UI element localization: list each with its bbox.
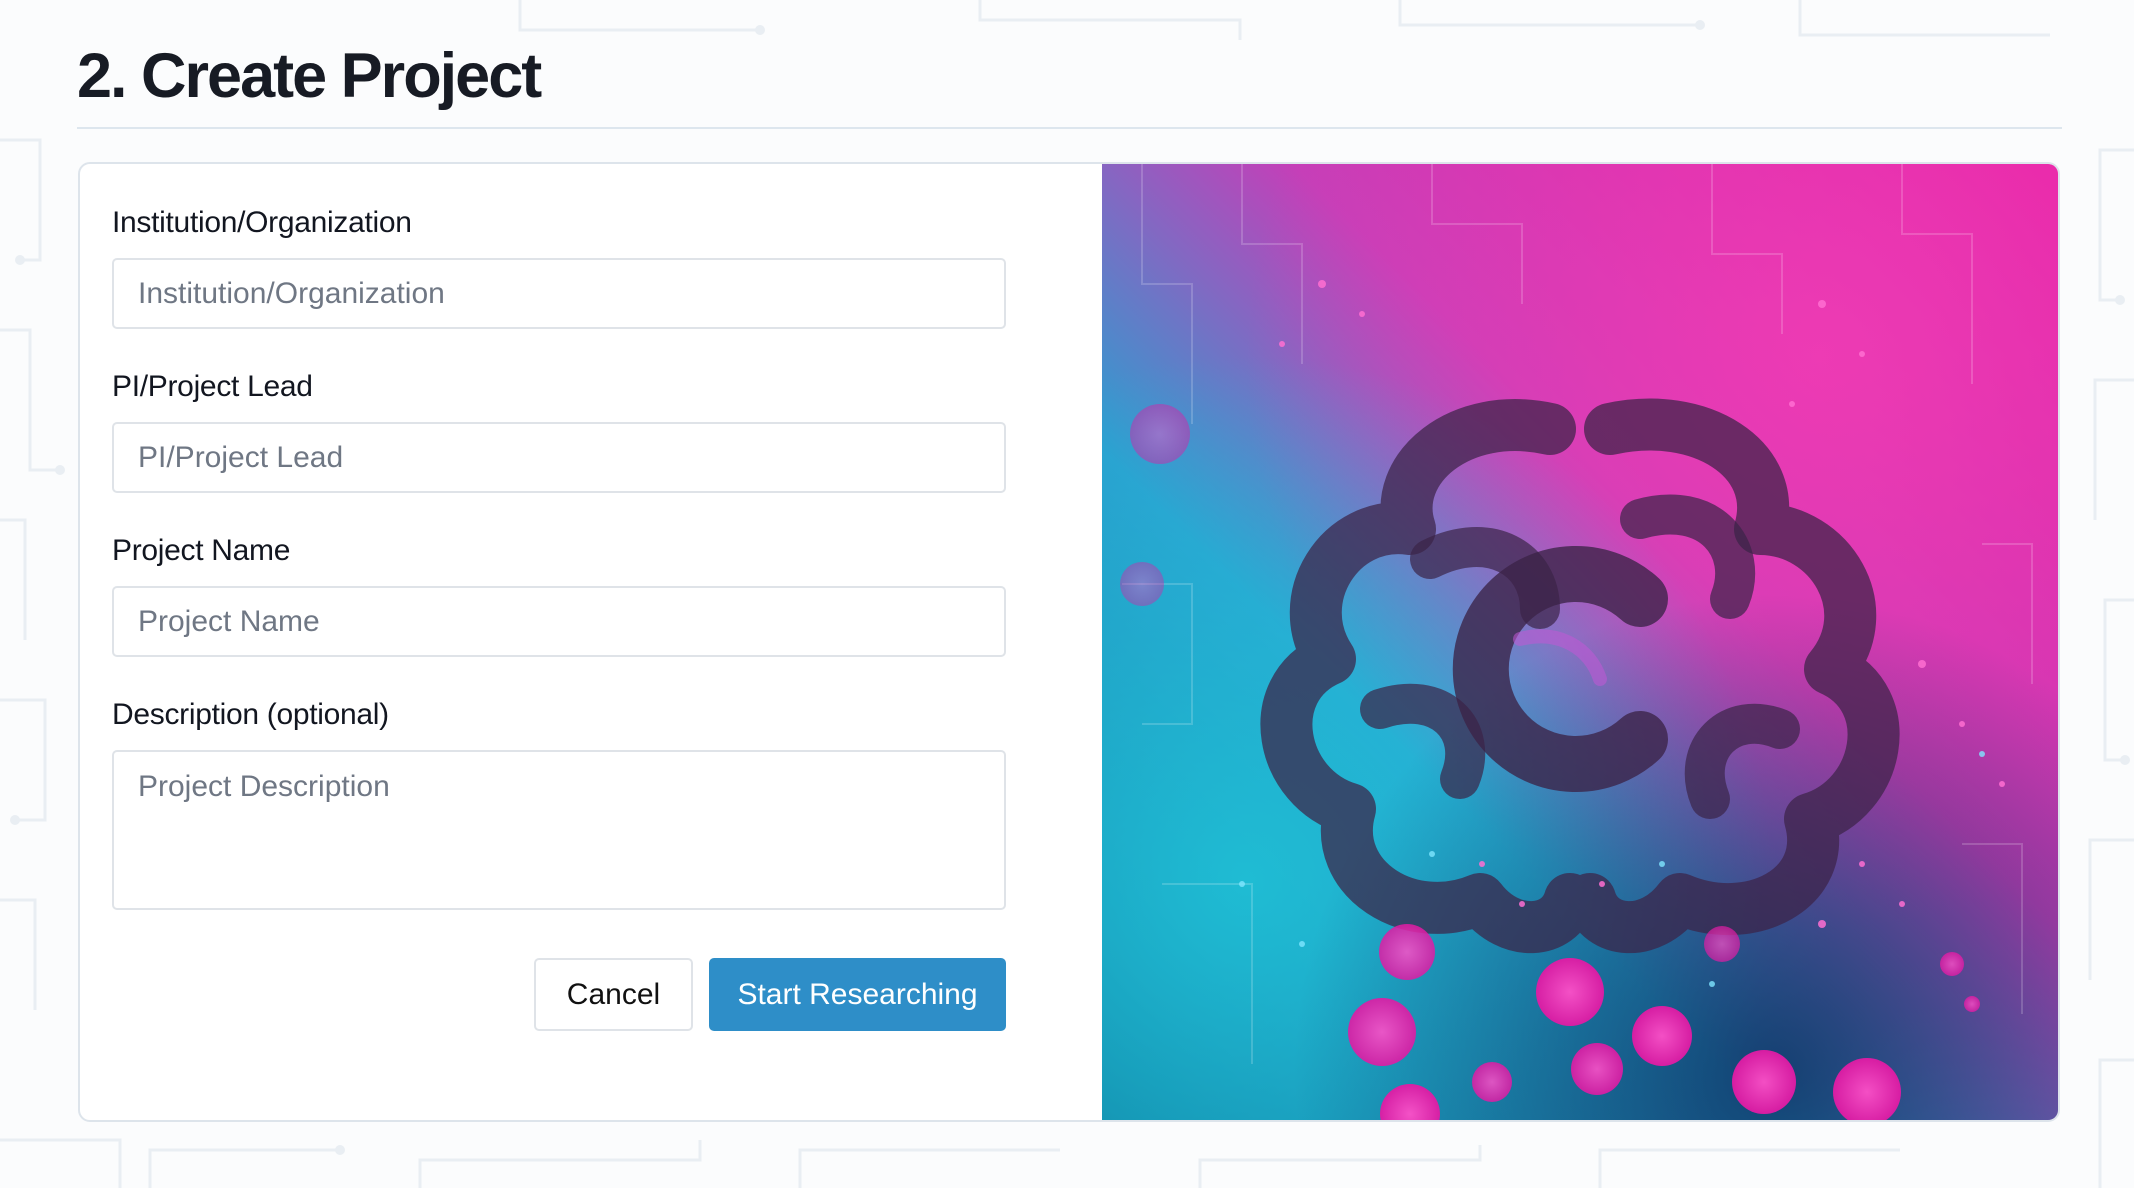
institution-label: Institution/Organization <box>112 206 412 239</box>
create-project-form: Institution/Organization PI/Project Lead… <box>80 164 1102 1120</box>
brain-illustration <box>1102 164 2058 1120</box>
create-project-card: Institution/Organization PI/Project Lead… <box>78 162 2060 1122</box>
pi-project-lead-input[interactable] <box>112 422 1006 493</box>
title-divider <box>77 127 2062 129</box>
project-description-textarea[interactable] <box>112 750 1006 910</box>
project-name-label: Project Name <box>112 534 291 567</box>
project-name-input[interactable] <box>112 586 1006 657</box>
page-title: 2. Create Project <box>77 41 542 111</box>
institution-input[interactable] <box>112 258 1006 329</box>
description-label: Description (optional) <box>112 698 389 731</box>
brain-illustration-panel <box>1102 164 2058 1120</box>
start-researching-button[interactable]: Start Researching <box>709 958 1006 1031</box>
pi-project-lead-label: PI/Project Lead <box>112 370 313 403</box>
cancel-button[interactable]: Cancel <box>534 958 693 1031</box>
